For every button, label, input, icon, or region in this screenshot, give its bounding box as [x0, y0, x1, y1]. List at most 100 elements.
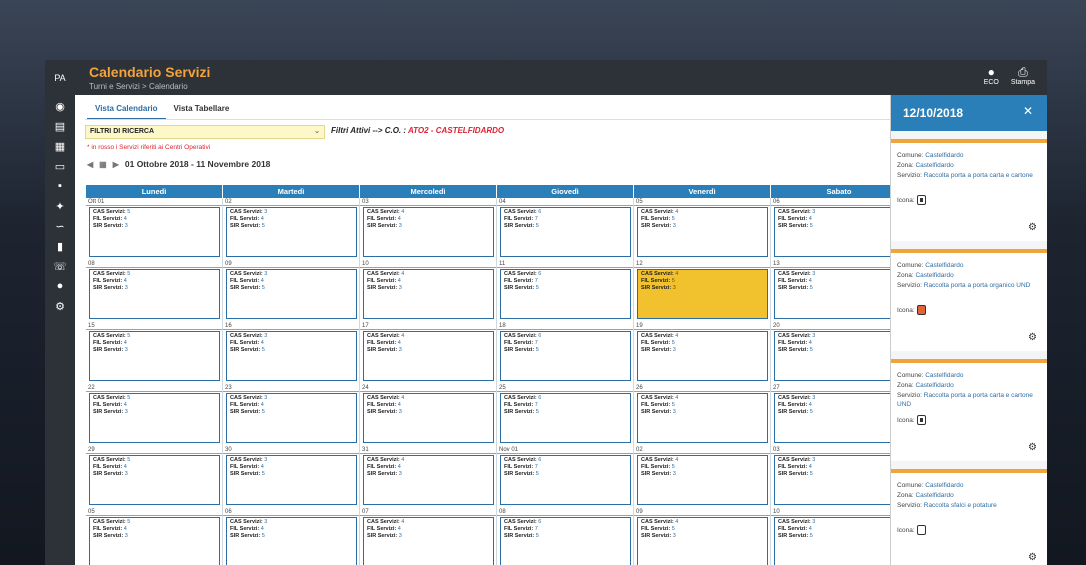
day-services-box[interactable]: CAS Servizi: 3 FIL Servizi: 4 SIR Servizi:…	[226, 207, 357, 257]
day-services-box[interactable]: CAS Servizi: 3 FIL Servizi: 4 SIR Servizi:…	[226, 455, 357, 505]
day-services-box[interactable]: CAS Servizi: 3 FIL Servizi: 4 SIR Servizi:…	[226, 331, 357, 381]
calendar-day[interactable]: 02 CAS Servizi: 3 FIL Servizi: 4 SIR Serviz…	[223, 198, 360, 260]
comune-line-value[interactable]: Castelfidardo	[925, 372, 963, 379]
calendar-day[interactable]: 18 CAS Servizi: 6 FIL Servizi: 7 SIR Serviz…	[497, 322, 634, 384]
wrench-icon[interactable]: ✦	[45, 200, 75, 213]
day-services-box[interactable]: CAS Servizi: 3 FIL Servizi: 4 SIR Servizi:…	[774, 269, 905, 319]
prev-period-button[interactable]: ◀	[87, 160, 93, 169]
location-icon[interactable]: ◉	[45, 100, 75, 113]
day-services-box[interactable]: CAS Servizi: 5 FIL Servizi: 4 SIR Servizi:…	[89, 269, 220, 319]
calendar-day[interactable]: 12 CAS Servizi: 4 FIL Servizi: 5 SIR Serviz…	[634, 260, 771, 322]
tab-vista-tabellare[interactable]: Vista Tabellare	[166, 101, 238, 120]
calendar-day[interactable]: 26 CAS Servizi: 4 FIL Servizi: 5 SIR Serviz…	[634, 384, 771, 446]
comune-line-value[interactable]: Castelfidardo	[925, 152, 963, 159]
logo[interactable]: PA	[45, 60, 75, 95]
day-services-box[interactable]: CAS Servizi: 4 FIL Servizi: 4 SIR Servizi:…	[363, 207, 494, 257]
day-services-box[interactable]: CAS Servizi: 5 FIL Servizi: 4 SIR Servizi:…	[89, 455, 220, 505]
filter-select[interactable]: FILTRI DI RICERCA ⌄	[85, 125, 325, 139]
calendar-day[interactable]: 23 CAS Servizi: 3 FIL Servizi: 4 SIR Serviz…	[223, 384, 360, 446]
day-services-box[interactable]: CAS Servizi: 4 FIL Servizi: 4 SIR Servizi:…	[363, 517, 494, 565]
day-services-box[interactable]: CAS Servizi: 5 FIL Servizi: 4 SIR Servizi:…	[89, 517, 220, 565]
trash-icon[interactable]: ▮	[45, 240, 75, 253]
day-services-box[interactable]: CAS Servizi: 5 FIL Servizi: 4 SIR Servizi:…	[89, 331, 220, 381]
calendar-day[interactable]: 30 CAS Servizi: 3 FIL Servizi: 4 SIR Serviz…	[223, 446, 360, 508]
day-services-box[interactable]: CAS Servizi: 6 FIL Servizi: 7 SIR Servizi:…	[500, 269, 631, 319]
day-services-box[interactable]: CAS Servizi: 3 FIL Servizi: 4 SIR Servizi:…	[226, 517, 357, 565]
calendar-day[interactable]: 08 CAS Servizi: 6 FIL Servizi: 7 SIR Serviz…	[497, 508, 634, 565]
user-button[interactable]: ● ECO	[984, 65, 999, 86]
calendar-day[interactable]: 07 CAS Servizi: 4 FIL Servizi: 4 SIR Serviz…	[360, 508, 497, 565]
calendar-day[interactable]: 16 CAS Servizi: 3 FIL Servizi: 4 SIR Serviz…	[223, 322, 360, 384]
calendar-icon[interactable]: ▦	[45, 140, 75, 153]
clipboard-icon[interactable]: ▤	[45, 120, 75, 133]
gear-icon[interactable]: ⚙	[45, 300, 75, 313]
chart-icon[interactable]: ∽	[45, 220, 75, 233]
calendar-picker-icon[interactable]: ▦	[99, 160, 107, 169]
day-services-box[interactable]: CAS Servizi: 4 FIL Servizi: 4 SIR Servizi:…	[363, 269, 494, 319]
calendar-day[interactable]: 27 CAS Servizi: 3 FIL Servizi: 4 SIR Serviz…	[771, 384, 908, 446]
day-services-box[interactable]: CAS Servizi: 5 FIL Servizi: 4 SIR Servizi:…	[89, 207, 220, 257]
calendar-day[interactable]: 24 CAS Servizi: 4 FIL Servizi: 4 SIR Serviz…	[360, 384, 497, 446]
comune-line-value[interactable]: Castelfidardo	[925, 262, 963, 269]
day-services-box[interactable]: CAS Servizi: 3 FIL Servizi: 4 SIR Servizi:…	[774, 331, 905, 381]
calendar-day[interactable]: 09 CAS Servizi: 3 FIL Servizi: 4 SIR Serviz…	[223, 260, 360, 322]
zona-line-value[interactable]: Castelfidardo	[915, 272, 953, 279]
day-services-box[interactable]: CAS Servizi: 4 FIL Servizi: 5 SIR Servizi:…	[637, 455, 768, 505]
next-period-button[interactable]: ▶	[113, 160, 119, 169]
day-services-box[interactable]: CAS Servizi: 4 FIL Servizi: 5 SIR Servizi:…	[637, 207, 768, 257]
servizio-line-value[interactable]: Raccolta porta a porta organico UND	[924, 282, 1031, 289]
day-services-box[interactable]: CAS Servizi: 4 FIL Servizi: 4 SIR Servizi:…	[363, 393, 494, 443]
calendar-day[interactable]: 05 CAS Servizi: 5 FIL Servizi: 4 SIR Serviz…	[86, 508, 223, 565]
day-services-box[interactable]: CAS Servizi: 6 FIL Servizi: 7 SIR Servizi:…	[500, 455, 631, 505]
calendar-day[interactable]: 03 CAS Servizi: 3 FIL Servizi: 4 SIR Serviz…	[771, 446, 908, 508]
calendar-day[interactable]: 09 CAS Servizi: 4 FIL Servizi: 5 SIR Serviz…	[634, 508, 771, 565]
calendar-day[interactable]: 13 CAS Servizi: 3 FIL Servizi: 4 SIR Serviz…	[771, 260, 908, 322]
day-services-box[interactable]: CAS Servizi: 5 FIL Servizi: 4 SIR Servizi:…	[89, 393, 220, 443]
day-services-box[interactable]: CAS Servizi: 6 FIL Servizi: 7 SIR Servizi:…	[500, 393, 631, 443]
day-services-box[interactable]: CAS Servizi: 4 FIL Servizi: 5 SIR Servizi:…	[637, 269, 768, 319]
calendar-day[interactable]: 15 CAS Servizi: 5 FIL Servizi: 4 SIR Serviz…	[86, 322, 223, 384]
day-services-box[interactable]: CAS Servizi: 3 FIL Servizi: 4 SIR Servizi:…	[774, 455, 905, 505]
tab-vista-calendario[interactable]: Vista Calendario	[87, 101, 166, 120]
gear-icon[interactable]: ⚙	[1028, 332, 1037, 343]
day-services-box[interactable]: CAS Servizi: 6 FIL Servizi: 7 SIR Servizi:…	[500, 517, 631, 565]
gear-icon[interactable]: ⚙	[1028, 552, 1037, 563]
calendar-day[interactable]: 10 CAS Servizi: 3 FIL Servizi: 4 SIR Serviz…	[771, 508, 908, 565]
day-services-box[interactable]: CAS Servizi: 3 FIL Servizi: 4 SIR Servizi:…	[774, 207, 905, 257]
day-services-box[interactable]: CAS Servizi: 3 FIL Servizi: 4 SIR Servizi:…	[774, 517, 905, 565]
calendar-day[interactable]: 22 CAS Servizi: 5 FIL Servizi: 4 SIR Serviz…	[86, 384, 223, 446]
phone-icon[interactable]: ☏	[45, 260, 75, 273]
truck-icon[interactable]: ▪	[45, 180, 75, 192]
calendar-day[interactable]: 06 CAS Servizi: 3 FIL Servizi: 4 SIR Serviz…	[771, 198, 908, 260]
calendar-day[interactable]: 03 CAS Servizi: 4 FIL Servizi: 4 SIR Serviz…	[360, 198, 497, 260]
day-services-box[interactable]: CAS Servizi: 3 FIL Servizi: 4 SIR Servizi:…	[226, 393, 357, 443]
print-button[interactable]: ⎙ Stampa	[1011, 65, 1035, 86]
calendar-day[interactable]: 08 CAS Servizi: 5 FIL Servizi: 4 SIR Serviz…	[86, 260, 223, 322]
day-services-box[interactable]: CAS Servizi: 3 FIL Servizi: 4 SIR Servizi:…	[226, 269, 357, 319]
day-services-box[interactable]: CAS Servizi: 3 FIL Servizi: 4 SIR Servizi:…	[774, 393, 905, 443]
day-services-box[interactable]: CAS Servizi: 4 FIL Servizi: 5 SIR Servizi:…	[637, 331, 768, 381]
day-services-box[interactable]: CAS Servizi: 4 FIL Servizi: 4 SIR Servizi:…	[363, 331, 494, 381]
calendar-day[interactable]: 06 CAS Servizi: 3 FIL Servizi: 4 SIR Serviz…	[223, 508, 360, 565]
calendar-day[interactable]: 02 CAS Servizi: 4 FIL Servizi: 5 SIR Serviz…	[634, 446, 771, 508]
servizio-line-value[interactable]: Raccolta sfalci e potature	[924, 502, 997, 509]
calendar-day[interactable]: 31 CAS Servizi: 4 FIL Servizi: 4 SIR Serviz…	[360, 446, 497, 508]
calendar-day[interactable]: 17 CAS Servizi: 4 FIL Servizi: 4 SIR Serviz…	[360, 322, 497, 384]
day-services-box[interactable]: CAS Servizi: 4 FIL Servizi: 5 SIR Servizi:…	[637, 393, 768, 443]
users-icon[interactable]: ●	[45, 280, 75, 292]
calendar-day[interactable]: 04 CAS Servizi: 6 FIL Servizi: 7 SIR Serviz…	[497, 198, 634, 260]
calendar-day[interactable]: 05 CAS Servizi: 4 FIL Servizi: 5 SIR Serviz…	[634, 198, 771, 260]
comune-line-value[interactable]: Castelfidardo	[925, 482, 963, 489]
servizio-line-value[interactable]: Raccolta porta a porta carta e cartone	[924, 172, 1033, 179]
calendar-day[interactable]: 20 CAS Servizi: 3 FIL Servizi: 4 SIR Serviz…	[771, 322, 908, 384]
gear-icon[interactable]: ⚙	[1028, 442, 1037, 453]
calendar-day[interactable]: Ott 01 CAS Servizi: 5 FIL Servizi: 4 SIR Se…	[86, 198, 223, 260]
close-icon[interactable]: ✕	[1023, 104, 1033, 118]
zona-line-value[interactable]: Castelfidardo	[915, 162, 953, 169]
document-icon[interactable]: ▭	[45, 160, 75, 173]
gear-icon[interactable]: ⚙	[1028, 222, 1037, 233]
day-services-box[interactable]: CAS Servizi: 4 FIL Servizi: 4 SIR Servizi:…	[363, 455, 494, 505]
day-services-box[interactable]: CAS Servizi: 4 FIL Servizi: 5 SIR Servizi:…	[637, 517, 768, 565]
calendar-day[interactable]: 29 CAS Servizi: 5 FIL Servizi: 4 SIR Serviz…	[86, 446, 223, 508]
calendar-day[interactable]: 25 CAS Servizi: 6 FIL Servizi: 7 SIR Serviz…	[497, 384, 634, 446]
